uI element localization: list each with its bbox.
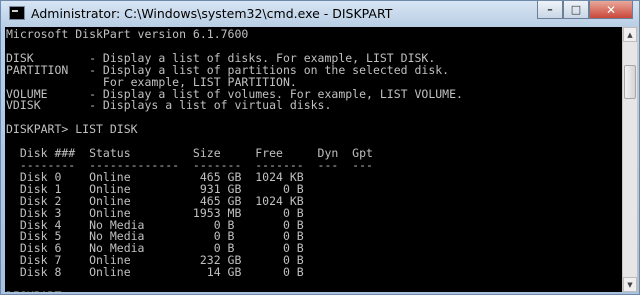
console-line: DISKPART> LIST DISK [6,122,138,137]
console-text[interactable]: Microsoft DiskPart version 6.1.7600 DISK… [5,27,622,292]
console-window: Administrator: C:\Windows\system32\cmd.e… [0,0,640,295]
close-button[interactable]: ✕ [589,1,633,19]
scrollbar-thumb[interactable] [624,65,636,99]
console-line: Disk 8 Online 14 GB 0 B [6,265,304,280]
scroll-down-arrow-icon[interactable]: ▼ [623,277,637,292]
window-controls: – □ ✕ [537,1,633,19]
console-line: Microsoft DiskPart version 6.1.7600 [6,27,249,41]
window-title: Administrator: C:\Windows\system32\cmd.e… [31,6,393,21]
maximize-button[interactable]: □ [563,1,589,19]
title-bar[interactable]: Administrator: C:\Windows\system32\cmd.e… [1,1,639,27]
console-icon[interactable] [9,6,25,20]
vertical-scrollbar[interactable]: ▲ ▼ [622,27,637,292]
console-output[interactable]: Microsoft DiskPart version 6.1.7600 DISK… [5,27,622,292]
console-line: DISKPART> [6,289,75,292]
console-line: VDISK - Displays a list of virtual disks… [6,98,332,113]
scroll-up-arrow-icon[interactable]: ▲ [623,27,637,42]
minimize-button[interactable]: – [537,1,563,19]
